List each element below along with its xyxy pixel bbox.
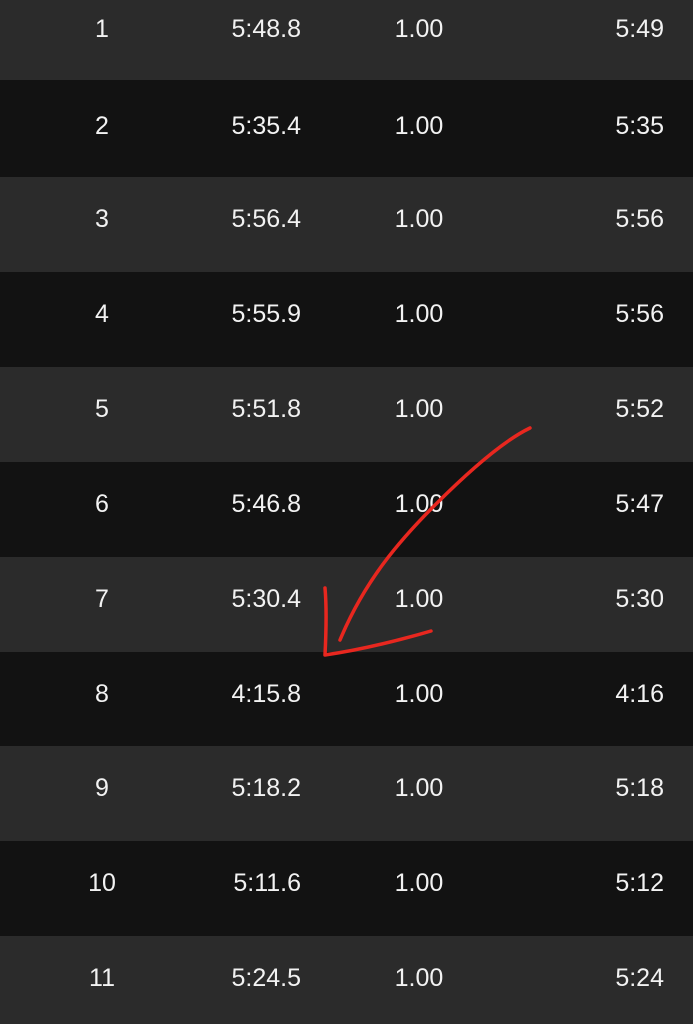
split-distance: 1.00 — [394, 490, 444, 518]
split-pace: 5:47 — [615, 490, 664, 518]
table-row: 7 5:30.4 1.00 5:30 — [0, 557, 693, 652]
split-distance: 1.00 — [394, 395, 444, 423]
split-time: 5:18.2 — [231, 774, 301, 802]
table-row: 3 5:56.4 1.00 5:56 — [0, 177, 693, 272]
table-row: 9 5:18.2 1.00 5:18 — [0, 746, 693, 841]
split-pace: 5:18 — [615, 774, 664, 802]
split-time: 5:51.8 — [231, 395, 301, 423]
split-number: 3 — [95, 205, 109, 233]
split-pace: 5:24 — [615, 964, 664, 992]
table-row: 5 5:51.8 1.00 5:52 — [0, 367, 693, 462]
split-number: 6 — [95, 490, 109, 518]
split-number: 1 — [95, 15, 109, 43]
split-time: 5:46.8 — [231, 490, 301, 518]
splits-table: 1 5:48.8 1.00 5:49 2 5:35.4 1.00 5:35 3 … — [0, 0, 693, 1024]
split-pace: 5:12 — [615, 869, 664, 897]
table-row: 11 5:24.5 1.00 5:24 — [0, 936, 693, 1024]
split-distance: 1.00 — [394, 300, 444, 328]
split-number: 4 — [95, 300, 109, 328]
split-time: 5:35.4 — [231, 112, 301, 140]
split-pace: 5:49 — [615, 15, 664, 43]
split-time: 5:56.4 — [231, 205, 301, 233]
split-time: 5:11.6 — [233, 869, 301, 897]
split-distance: 1.00 — [394, 774, 444, 802]
split-pace: 5:35 — [615, 112, 664, 140]
split-number: 5 — [95, 395, 109, 423]
split-distance: 1.00 — [394, 205, 444, 233]
split-pace: 5:56 — [615, 205, 664, 233]
split-distance: 1.00 — [394, 585, 444, 613]
split-distance: 1.00 — [394, 680, 444, 708]
table-row: 4 5:55.9 1.00 5:56 — [0, 272, 693, 367]
split-pace: 4:16 — [615, 680, 664, 708]
split-time: 4:15.8 — [231, 680, 301, 708]
split-time: 5:30.4 — [231, 585, 301, 613]
split-distance: 1.00 — [394, 869, 444, 897]
split-time: 5:48.8 — [231, 15, 301, 43]
table-row: 6 5:46.8 1.00 5:47 — [0, 462, 693, 557]
split-distance: 1.00 — [394, 15, 444, 43]
split-distance: 1.00 — [394, 964, 444, 992]
split-number: 10 — [88, 869, 116, 897]
table-row: 1 5:48.8 1.00 5:49 — [0, 0, 693, 80]
table-row: 10 5:11.6 1.00 5:12 — [0, 841, 693, 936]
split-pace: 5:52 — [615, 395, 664, 423]
split-time: 5:55.9 — [231, 300, 301, 328]
split-number: 8 — [95, 680, 109, 708]
split-pace: 5:56 — [615, 300, 664, 328]
split-distance: 1.00 — [394, 112, 444, 140]
split-time: 5:24.5 — [231, 964, 301, 992]
table-row: 8 4:15.8 1.00 4:16 — [0, 652, 693, 747]
split-pace: 5:30 — [615, 585, 664, 613]
split-number: 9 — [95, 774, 109, 802]
split-number: 11 — [89, 964, 115, 992]
split-number: 2 — [95, 112, 109, 140]
table-row: 2 5:35.4 1.00 5:35 — [0, 82, 693, 177]
split-number: 7 — [95, 585, 109, 613]
